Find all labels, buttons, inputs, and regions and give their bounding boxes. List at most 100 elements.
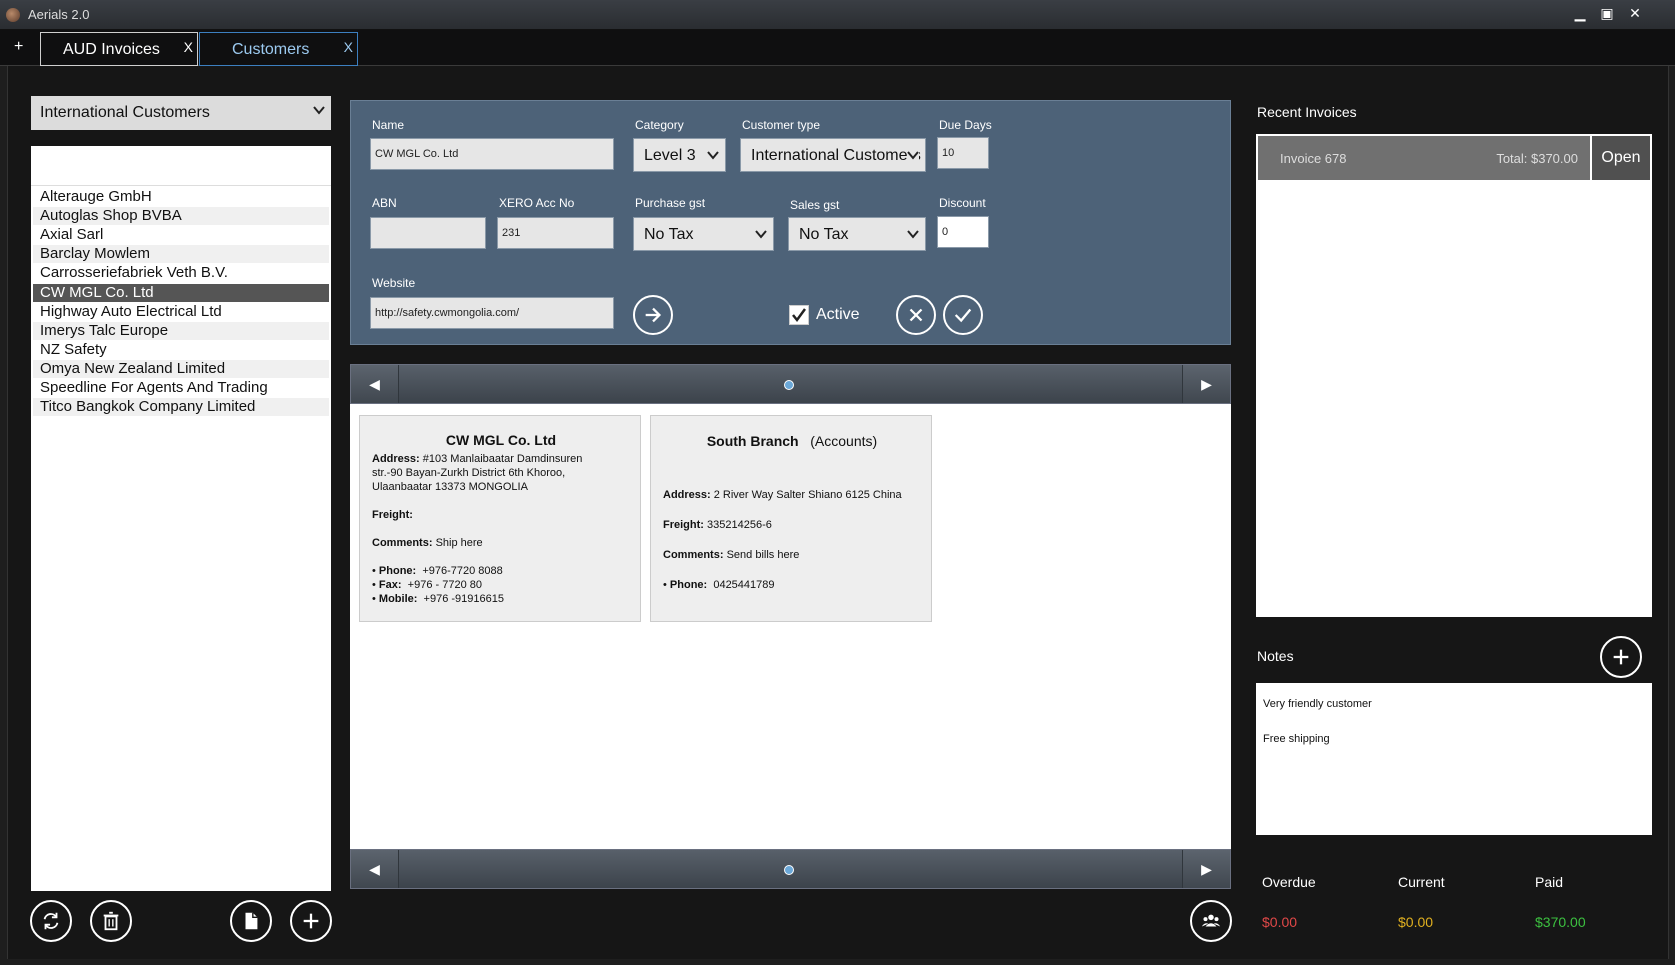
page-indicator-dot[interactable]	[784, 380, 794, 390]
address-card[interactable]: CW MGL Co. Ltd Address: #103 Manlaibaata…	[359, 415, 641, 622]
page-indicator-dot[interactable]	[784, 865, 794, 875]
mobile-label: Mobile:	[378, 593, 418, 605]
customer-list-item[interactable]: Carrosseriefabriek Veth B.V.	[33, 264, 329, 282]
name-label: Name	[372, 118, 405, 132]
website-input[interactable]: http://safety.cwmongolia.com/	[370, 297, 614, 329]
due-days-input[interactable]: 10	[937, 137, 989, 169]
card-subtitle: (Accounts)	[810, 433, 878, 449]
chevron-down-icon	[755, 228, 767, 240]
xero-input[interactable]: 231	[497, 217, 614, 249]
open-invoice-button[interactable]: Open	[1592, 136, 1650, 180]
contacts-icon	[1201, 914, 1221, 927]
address-card[interactable]: South Branch (Accounts) Address: 2 River…	[650, 415, 932, 622]
customer-type-label: Customer type	[742, 118, 821, 132]
customer-list-item[interactable]: Barclay Mowlem	[33, 245, 329, 264]
customer-search-input[interactable]	[31, 146, 331, 186]
paid-value: $370.00	[1535, 914, 1586, 930]
active-checkbox[interactable]	[789, 305, 809, 325]
overdue-label: Overdue	[1262, 874, 1316, 890]
tab-customers[interactable]: Customers X	[199, 32, 358, 66]
discount-input[interactable]: 0	[937, 216, 989, 248]
customer-list-item[interactable]: CW MGL Co. Ltd	[33, 283, 329, 302]
chevron-down-icon	[907, 149, 919, 161]
comments-value: Send bills here	[726, 549, 800, 561]
category-label: Category	[635, 118, 684, 132]
next-card-button[interactable]: ▶	[1182, 850, 1230, 888]
abn-label: ABN	[372, 196, 397, 210]
customer-list-item[interactable]: Titco Bangkok Company Limited	[33, 398, 329, 417]
fax-value: +976 - 7720 80	[407, 579, 482, 591]
cancel-icon	[909, 308, 923, 322]
notes-panel[interactable]: Very friendly customer Free shipping	[1256, 683, 1652, 835]
invoice-row[interactable]: Invoice 678 Total: $370.00	[1258, 136, 1590, 180]
maximize-button[interactable]: ▣	[1594, 4, 1620, 22]
refresh-button[interactable]	[30, 900, 72, 942]
address-line: Ulaanbaatar 13373 MONGOLIA	[372, 481, 528, 493]
contacts-button[interactable]	[1190, 900, 1232, 942]
chevron-down-icon	[313, 106, 325, 115]
new-document-button[interactable]	[230, 900, 272, 942]
fax-label: Fax:	[378, 579, 402, 591]
window-title: Aerials 2.0	[28, 7, 90, 22]
tab-close-button[interactable]: X	[184, 39, 193, 55]
active-label: Active	[816, 306, 860, 323]
plus-icon	[1613, 649, 1629, 665]
category-value: Level 3	[644, 147, 696, 164]
add-customer-button[interactable]	[290, 900, 332, 942]
next-card-button[interactable]: ▶	[1182, 365, 1230, 403]
app-icon	[6, 8, 20, 22]
close-window-button[interactable]: ✕	[1622, 4, 1648, 22]
open-website-button[interactable]	[633, 295, 673, 335]
purchase-gst-select[interactable]: No Tax	[633, 217, 774, 251]
purchase-gst-value: No Tax	[644, 226, 694, 243]
xero-label: XERO Acc No	[499, 196, 575, 210]
abn-input[interactable]	[370, 217, 486, 249]
check-icon	[792, 308, 807, 323]
customer-list-item[interactable]: Omya New Zealand Limited	[33, 359, 329, 378]
check-icon	[954, 308, 972, 323]
customer-list-item[interactable]: Imerys Talc Europe	[33, 321, 329, 340]
customer-list-panel: Alterauge GmbH Autoglas Shop BVBA Axial Sa…	[31, 146, 331, 891]
sales-gst-select[interactable]: No Tax	[788, 217, 926, 251]
notes-title: Notes	[1257, 648, 1294, 664]
add-tab-button[interactable]: +	[14, 38, 23, 56]
minimize-button[interactable]: ▁	[1567, 4, 1593, 22]
customer-group-value: International Customers	[40, 104, 210, 121]
tab-close-button[interactable]: X	[344, 39, 353, 55]
prev-card-button[interactable]: ◀	[351, 850, 399, 888]
phone-value: +976-7720 8088	[422, 565, 503, 577]
category-select[interactable]: Level 3	[633, 138, 726, 172]
cancel-button[interactable]	[896, 295, 936, 335]
customer-group-select[interactable]: International Customers	[31, 96, 331, 130]
address-label: Address:	[372, 453, 420, 465]
customer-list-item[interactable]: NZ Safety	[33, 341, 329, 359]
arrow-right-icon	[645, 307, 662, 323]
customer-type-select[interactable]: International Customers	[740, 138, 926, 172]
name-input[interactable]: CW MGL Co. Ltd	[370, 138, 614, 170]
sales-gst-label: Sales gst	[790, 198, 840, 212]
address-cards-area: CW MGL Co. Ltd Address: #103 Manlaibaata…	[350, 404, 1231, 850]
customer-list-item[interactable]: Highway Auto Electrical Ltd	[33, 303, 329, 321]
freight-label: Freight:	[663, 519, 704, 531]
phone-label: Phone:	[669, 579, 708, 591]
freight-label: Freight:	[372, 509, 413, 521]
purchase-gst-label: Purchase gst	[635, 196, 706, 210]
delete-customer-button[interactable]	[90, 900, 132, 942]
tab-aud-invoices[interactable]: AUD Invoices X	[40, 32, 198, 66]
add-note-button[interactable]	[1600, 636, 1642, 678]
save-button[interactable]	[943, 295, 983, 335]
customer-list-item[interactable]: Axial Sarl	[33, 226, 329, 244]
comments-label: Comments:	[663, 549, 724, 561]
tab-label: AUD Invoices	[63, 41, 160, 58]
address-value: 2 River Way Salter Shiano 6125 China	[713, 489, 902, 501]
customer-list-item[interactable]: Alterauge GmbH	[33, 188, 329, 206]
cards-nav-bottom: ◀ ▶	[350, 849, 1231, 889]
customer-list-item[interactable]: Autoglas Shop BVBA	[33, 207, 329, 226]
due-days-label: Due Days	[939, 118, 992, 132]
note-line: Very friendly customer	[1263, 698, 1372, 710]
comments-label: Comments:	[372, 537, 433, 549]
note-line: Free shipping	[1263, 733, 1330, 745]
prev-card-button[interactable]: ◀	[351, 365, 399, 403]
customer-list-item[interactable]: Speedline For Agents And Trading	[33, 379, 329, 397]
invoice-name: Invoice 678	[1280, 151, 1347, 166]
